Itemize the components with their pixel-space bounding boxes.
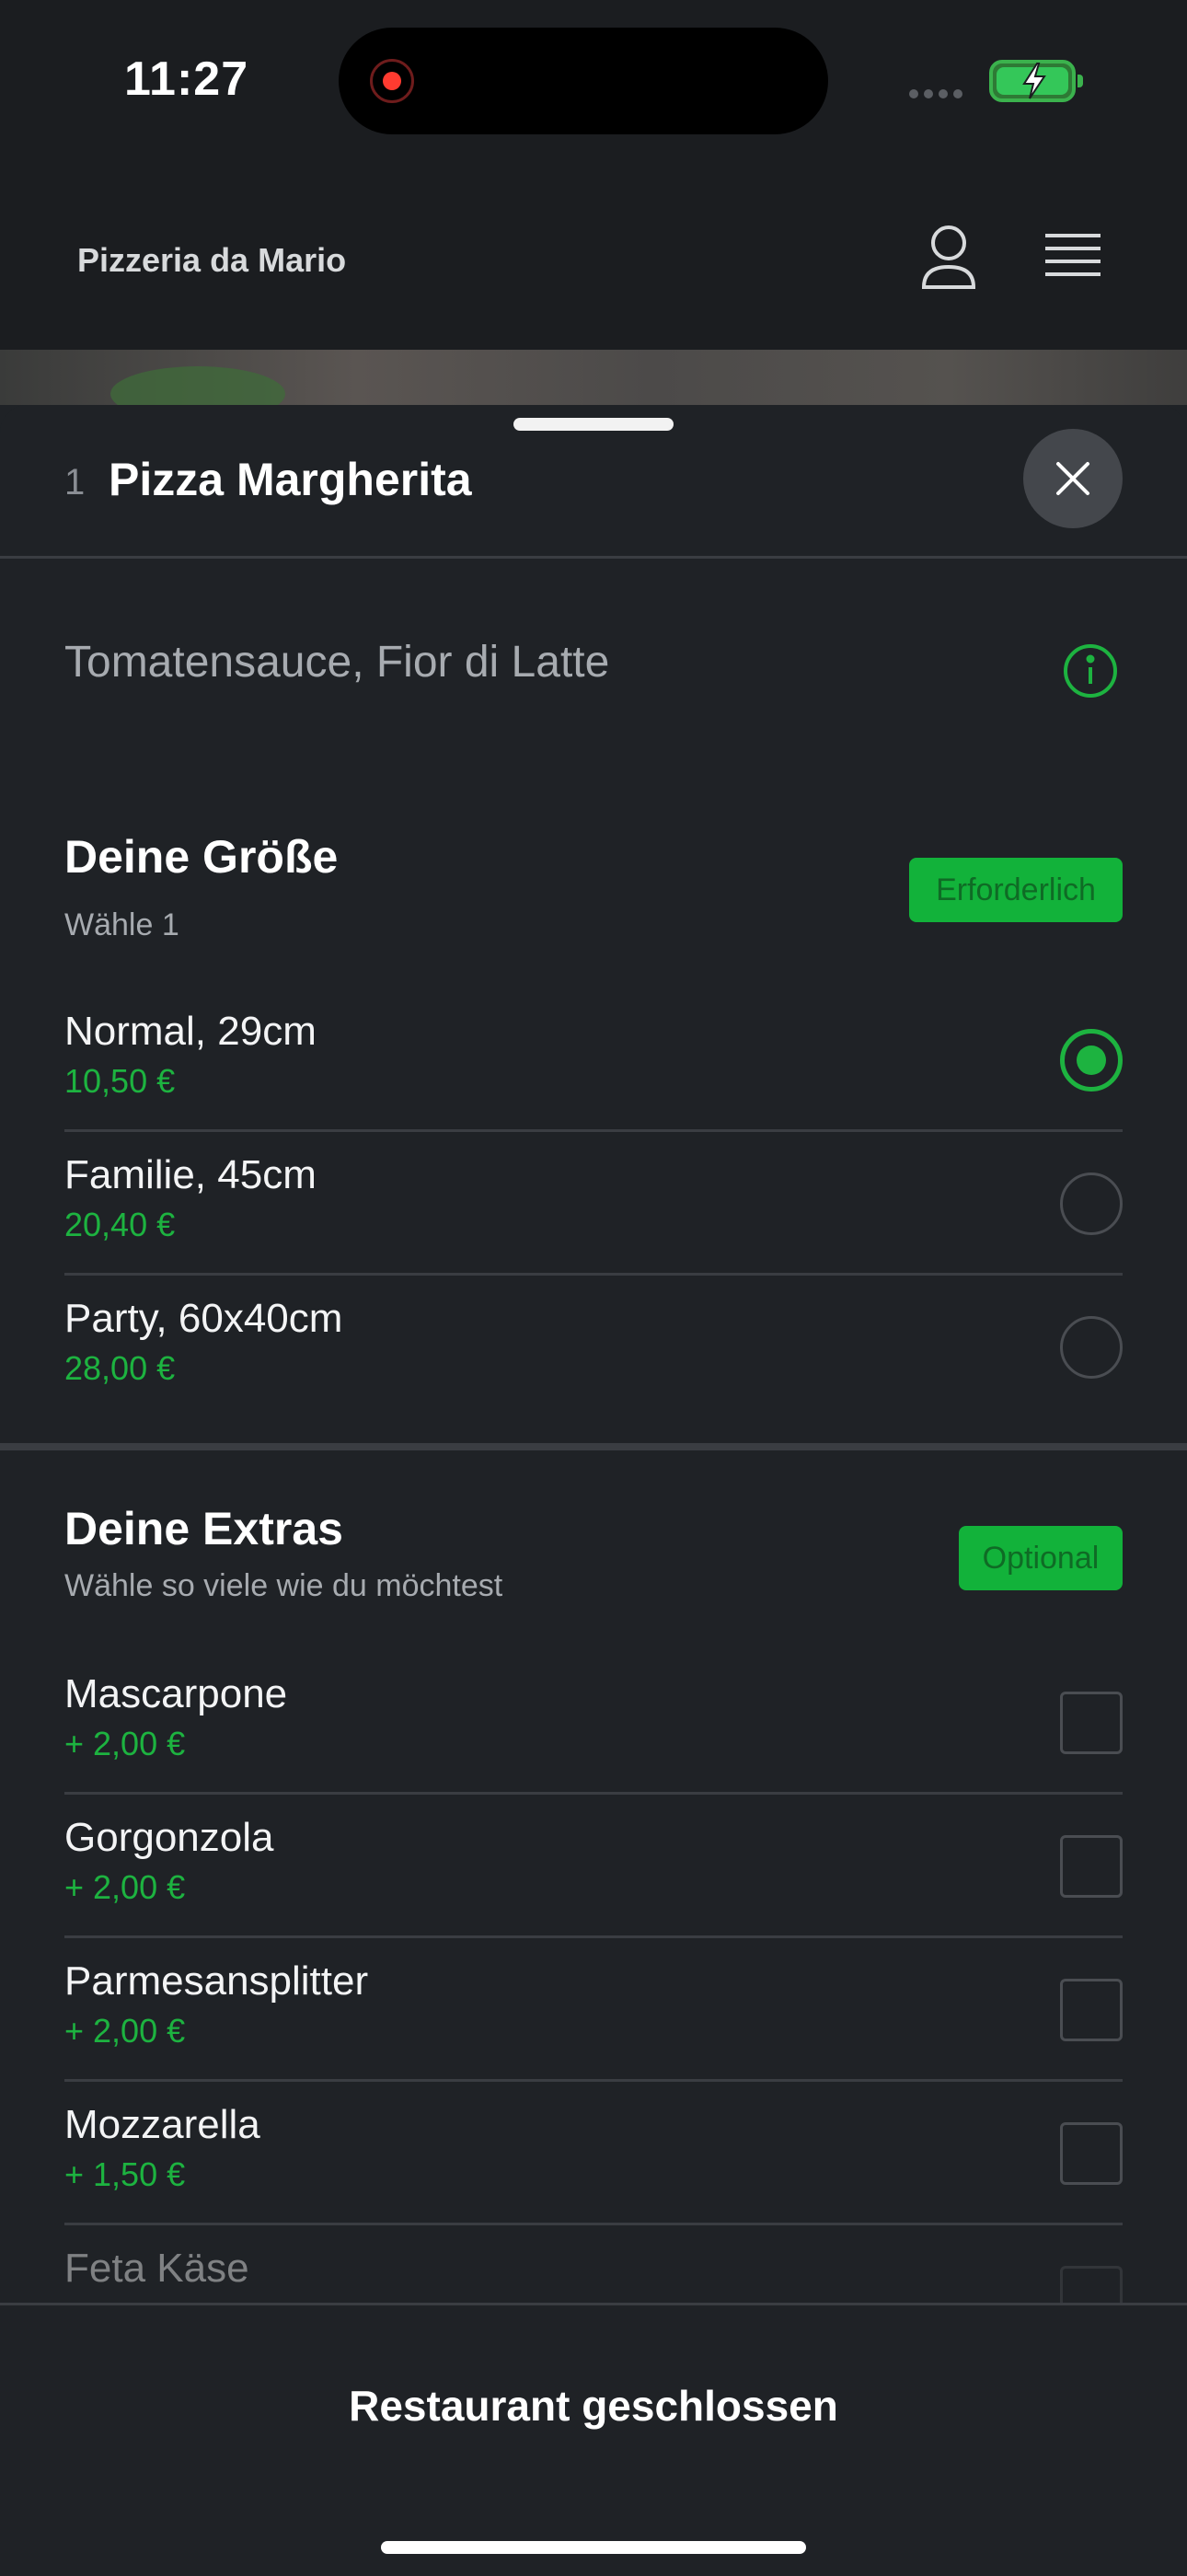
option-name: Parmesansplitter (64, 1958, 369, 2004)
option-price: + 2,00 € (64, 2012, 186, 2050)
restaurant-closed-label: Restaurant geschlossen (349, 2382, 838, 2430)
item-number: 1 (64, 462, 86, 502)
option-price: 10,50 € (64, 1062, 176, 1100)
option-price: + 2,00 € (64, 1868, 186, 1906)
checkbox[interactable] (1060, 2122, 1123, 2185)
item-detail-sheet: 1 Pizza Margherita Tomatensauce, Fior di… (0, 405, 1187, 2573)
extra-option-gorgonzola[interactable]: Gorgonzola + 2,00 € (64, 1795, 1123, 1938)
option-price: + 2,00 € (64, 1725, 186, 1762)
option-name: Mascarpone (64, 1671, 288, 1716)
option-name: Mozzarella (64, 2102, 260, 2147)
extra-option-mozzarella[interactable]: Mozzarella + 1,50 € (64, 2082, 1123, 2225)
home-indicator[interactable] (381, 2541, 806, 2554)
user-icon[interactable] (911, 221, 986, 296)
radio-unselected[interactable] (1060, 1316, 1123, 1379)
option-price: + 1,50 € (64, 2155, 186, 2193)
size-group-title: Deine Größe (64, 831, 339, 883)
bottom-bar: Restaurant geschlossen (0, 2303, 1187, 2576)
extra-option-parmesansplitter[interactable]: Parmesansplitter + 2,00 € (64, 1938, 1123, 2082)
size-option-normal[interactable]: Normal, 29cm 10,50 € (64, 988, 1123, 1132)
item-description: Tomatensauce, Fior di Latte (64, 638, 610, 687)
checkbox[interactable] (1060, 1835, 1123, 1898)
option-name: Familie, 45cm (64, 1152, 317, 1197)
option-price: 20,40 € (64, 1206, 176, 1243)
status-bar: 11:27 (0, 0, 1187, 156)
size-option-party[interactable]: Party, 60x40cm 28,00 € (64, 1276, 1123, 1419)
size-option-familie[interactable]: Familie, 45cm 20,40 € (64, 1132, 1123, 1276)
signal-icon (909, 87, 968, 98)
extras-group-title: Deine Extras (64, 1503, 343, 1554)
close-button[interactable] (1023, 429, 1123, 528)
option-name: Normal, 29cm (64, 1009, 317, 1054)
option-name: Feta Käse (64, 2246, 249, 2291)
menu-icon[interactable] (1038, 223, 1108, 293)
section-divider (0, 1443, 1187, 1450)
option-name: Gorgonzola (64, 1815, 274, 1860)
required-badge: Erforderlich (909, 858, 1123, 922)
option-name: Party, 60x40cm (64, 1296, 343, 1341)
radio-selected[interactable] (1060, 1029, 1123, 1092)
extra-option-mascarpone[interactable]: Mascarpone + 2,00 € (64, 1651, 1123, 1795)
size-group-subtitle: Wähle 1 (64, 907, 179, 942)
item-title: Pizza Margherita (109, 454, 472, 505)
dynamic-island (339, 28, 828, 134)
restaurant-name[interactable]: Pizzeria da Mario (77, 241, 346, 280)
checkbox[interactable] (1060, 1979, 1123, 2041)
info-icon[interactable] (1062, 642, 1119, 699)
radio-unselected[interactable] (1060, 1172, 1123, 1235)
recording-indicator-icon (370, 59, 414, 103)
sheet-header: 1 Pizza Margherita (0, 405, 1187, 559)
option-price: 28,00 € (64, 1349, 176, 1387)
optional-badge: Optional (959, 1526, 1123, 1590)
top-navigation: Pizzeria da Mario (0, 156, 1187, 350)
status-time: 11:27 (124, 52, 249, 106)
battery-charging-icon (989, 60, 1083, 102)
checkbox[interactable] (1060, 1692, 1123, 1754)
extras-group-subtitle: Wähle so viele wie du möchtest (64, 1568, 503, 1603)
hero-image (0, 350, 1187, 405)
